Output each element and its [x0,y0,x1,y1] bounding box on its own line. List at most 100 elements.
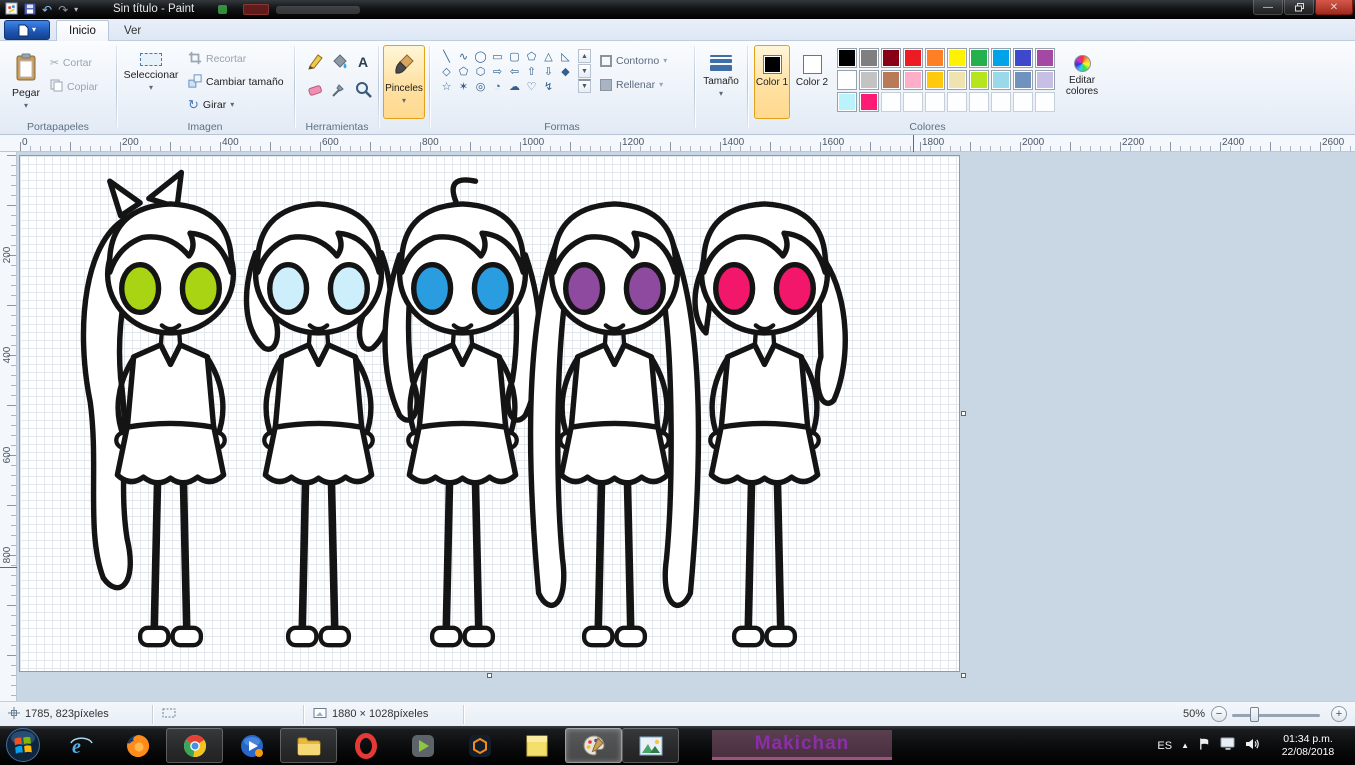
palette-color-2-3[interactable] [903,92,923,112]
tab-inicio[interactable]: Inicio [56,20,109,41]
palette-color-0-5[interactable] [947,48,967,68]
palette-color-2-6[interactable] [969,92,989,112]
palette-color-2-7[interactable] [991,92,1011,112]
network-display-icon[interactable] [1220,737,1236,754]
maximize-button[interactable] [1284,0,1314,15]
shape-rounded-callout[interactable]: ◎ [472,79,489,94]
shape-heart[interactable]: ♡ [523,79,540,94]
canvas-resize-handle-corner[interactable] [961,673,966,678]
resize-button[interactable]: Cambiar tamaño [188,72,284,92]
taskbar-clock[interactable]: 01:34 p.m. 22/08/2018 [1269,733,1347,759]
palette-color-0-7[interactable] [991,48,1011,68]
shape-triangle[interactable]: △ [540,49,557,64]
color2-button[interactable]: Color 2 [794,45,830,119]
fill-button[interactable]: Rellenar ▾ [600,75,663,95]
palette-color-2-1[interactable] [859,92,879,112]
shape-hexagon[interactable]: ⬡ [472,64,489,79]
text-tool[interactable]: A [352,51,374,73]
shape-right-arrow[interactable]: ⇨ [489,64,506,79]
outline-button[interactable]: Contorno ▾ [600,51,667,71]
palette-color-2-2[interactable] [881,92,901,112]
tray-chevron-up-icon[interactable]: ▲ [1181,741,1189,750]
taskbar-opera[interactable] [337,728,394,763]
taskbar-internet-explorer[interactable]: e [52,728,109,763]
fill-tool[interactable] [328,51,350,73]
taskbar-media-player[interactable] [223,728,280,763]
crop-button[interactable]: Recortar [188,49,246,69]
cut-button[interactable]: ✂ Cortar [50,53,92,73]
palette-color-0-6[interactable] [969,48,989,68]
shape-curve[interactable]: ∿ [455,49,472,64]
start-button[interactable] [5,727,41,763]
tab-ver[interactable]: Ver [112,20,153,41]
select-button[interactable]: Seleccionar ▾ [120,45,182,119]
shape-left-arrow[interactable]: ⇦ [506,64,523,79]
file-menu-button[interactable]: ▾ [4,20,50,40]
size-button[interactable]: Tamaño ▾ [700,45,742,119]
shape-rounded-rectangle[interactable]: ▢ [506,49,523,64]
palette-color-1-0[interactable] [837,70,857,90]
shape-six-point-star[interactable]: ✶ [455,79,472,94]
palette-color-0-3[interactable] [903,48,923,68]
shape-five-point-star[interactable]: ☆ [438,79,455,94]
shape-right-triangle[interactable]: ◺ [557,49,574,64]
shapes-scroll-up-icon[interactable]: ▲ [578,49,591,63]
taskbar-notes[interactable] [508,728,565,763]
brushes-button[interactable]: Pinceles ▾ [383,45,425,119]
volume-icon[interactable] [1245,737,1260,754]
palette-color-0-9[interactable] [1035,48,1055,68]
save-icon[interactable] [24,3,36,18]
palette-color-1-6[interactable] [969,70,989,90]
palette-color-2-4[interactable] [925,92,945,112]
eraser-tool[interactable] [304,79,326,101]
palette-color-1-8[interactable] [1013,70,1033,90]
canvas-resize-handle-bottom[interactable] [487,673,492,678]
color1-button[interactable]: Color 1 [754,45,790,119]
shape-up-arrow[interactable]: ⇧ [523,64,540,79]
shape-diamond[interactable]: ◇ [438,64,455,79]
taskbar-explorer[interactable] [280,728,337,763]
paste-button[interactable]: Pegar ▾ [8,45,44,119]
shapes-scroll-down-icon[interactable]: ▼ [578,64,591,78]
palette-color-0-0[interactable] [837,48,857,68]
undo-icon[interactable]: ↶ [42,4,52,16]
palette-color-2-5[interactable] [947,92,967,112]
pencil-tool[interactable] [304,51,326,73]
zoom-slider-track[interactable] [1232,714,1320,717]
shape-four-point-star[interactable]: ◆ [557,64,574,79]
shapes-expand-icon[interactable]: ▼ [578,79,591,93]
palette-color-1-9[interactable] [1035,70,1055,90]
shape-pentagon[interactable]: ⬠ [455,64,472,79]
taskbar-paint[interactable] [565,728,622,763]
minimize-button[interactable]: — [1253,0,1283,15]
taskbar-firefox[interactable] [109,728,166,763]
taskbar-bluestacks[interactable] [394,728,451,763]
paint-canvas[interactable] [19,155,960,672]
palette-color-0-8[interactable] [1013,48,1033,68]
shape-rectangle[interactable]: ▭ [489,49,506,64]
zoom-slider-thumb[interactable] [1250,707,1259,722]
taskbar-chrome[interactable] [166,728,223,763]
palette-color-1-4[interactable] [925,70,945,90]
language-indicator[interactable]: ES [1157,740,1172,752]
redo-icon[interactable]: ↷ [58,4,68,16]
palette-color-0-1[interactable] [859,48,879,68]
palette-color-1-1[interactable] [859,70,879,90]
zoom-out-button[interactable]: − [1211,702,1227,726]
taskbar-photo-viewer[interactable] [622,728,679,763]
palette-color-1-5[interactable] [947,70,967,90]
palette-color-2-9[interactable] [1035,92,1055,112]
palette-color-2-0[interactable] [837,92,857,112]
rotate-button[interactable]: ↻ Girar ▾ [188,95,234,115]
palette-color-1-2[interactable] [881,70,901,90]
palette-color-1-3[interactable] [903,70,923,90]
shape-oval-callout[interactable]: ◔ [489,79,506,94]
copy-button[interactable]: Copiar [50,77,98,97]
close-button[interactable]: ✕ [1315,0,1353,15]
canvas-resize-handle-right[interactable] [961,411,966,416]
qat-dropdown-icon[interactable]: ▾ [74,6,78,14]
taskbar-nox[interactable] [451,728,508,763]
shape-down-arrow[interactable]: ⇩ [540,64,557,79]
palette-color-2-8[interactable] [1013,92,1033,112]
zoom-in-button[interactable]: + [1331,702,1347,726]
